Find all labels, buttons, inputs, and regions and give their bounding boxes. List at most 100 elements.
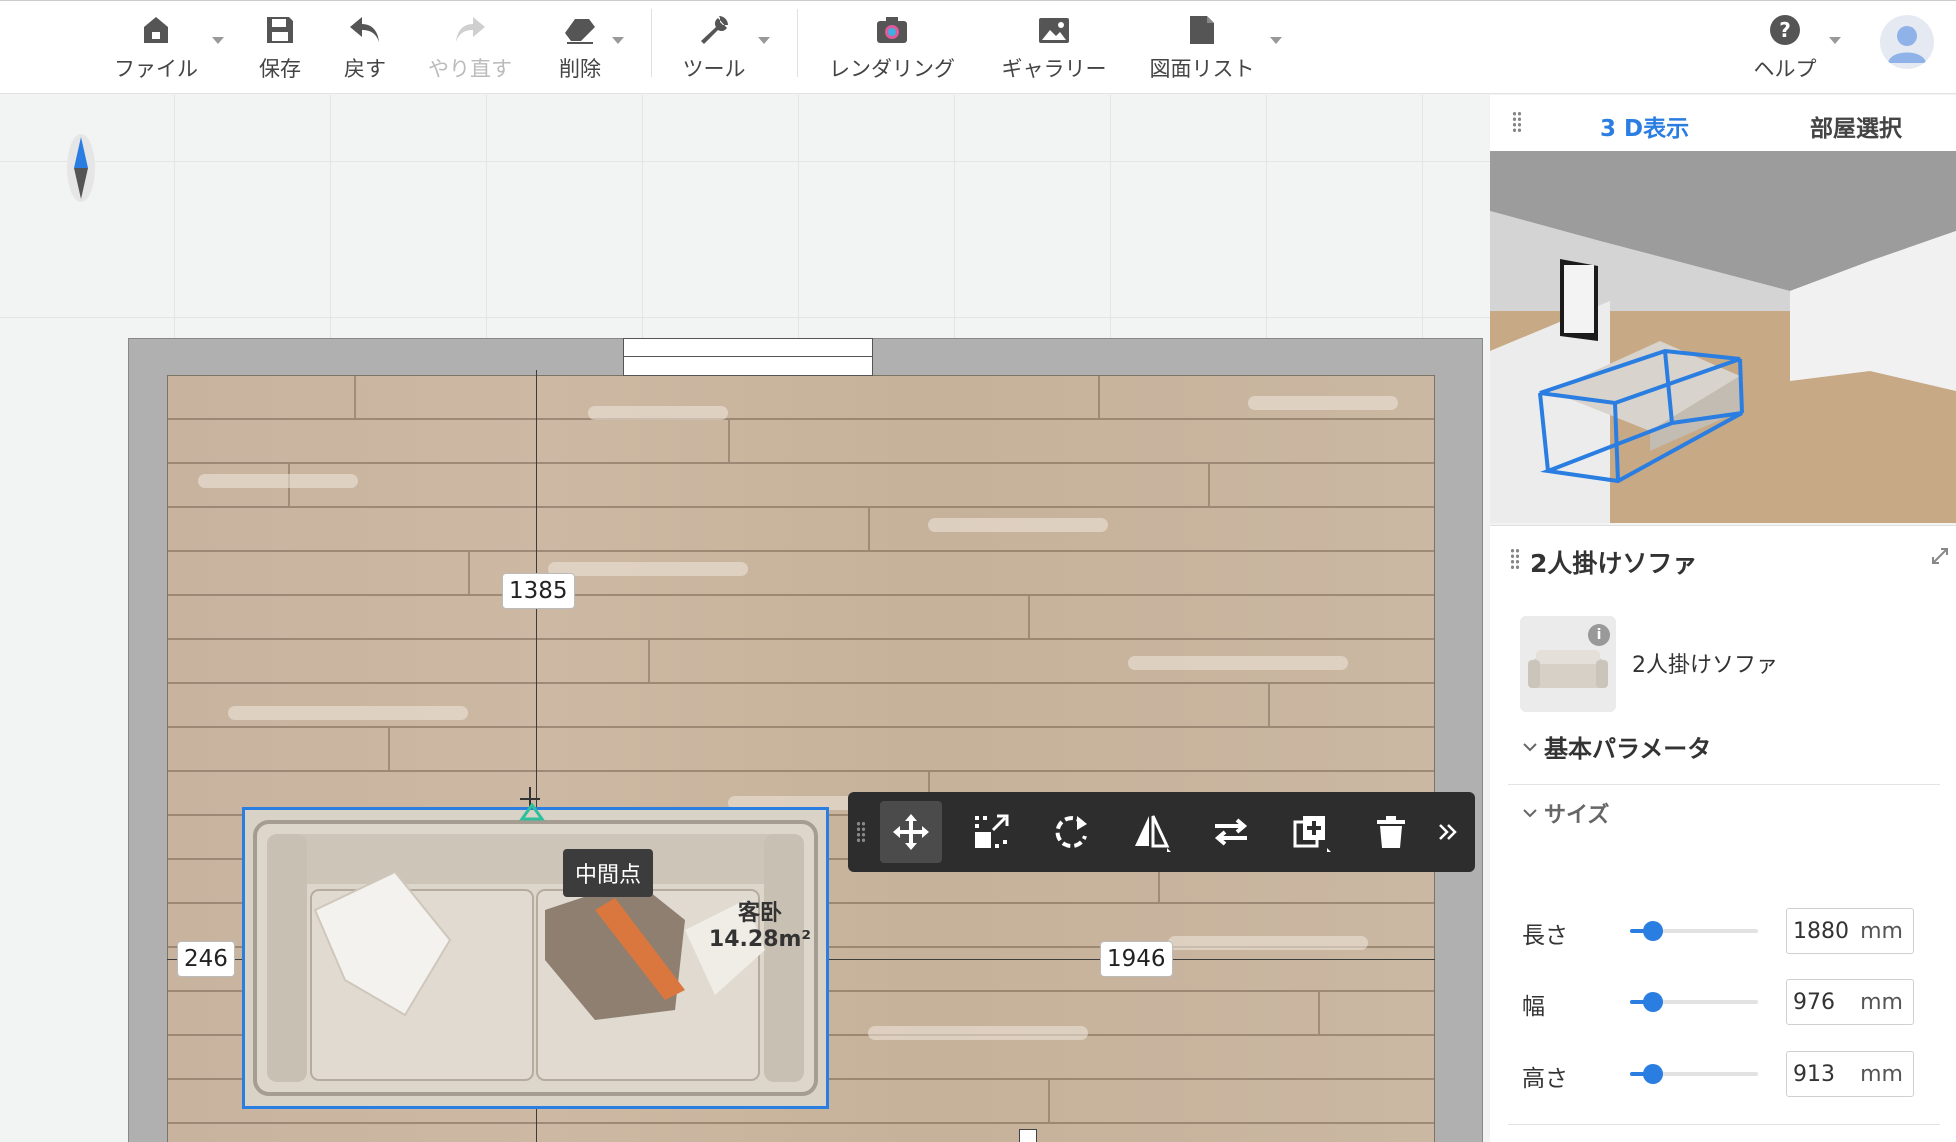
basic-params-section-header[interactable]: 基本パラメータ [1522, 729, 1711, 764]
drawing-list-button[interactable]: 図面リスト [1142, 1, 1262, 95]
tools-dropdown-icon[interactable] [758, 37, 770, 44]
top-toolbar: ファイル 保存 戻す やり直す 削除 ツール レンダリング ギャラリー 図面リス… [0, 0, 1956, 94]
help-dropdown-icon[interactable] [1829, 37, 1841, 44]
rotate-button[interactable] [1040, 801, 1102, 863]
eraser-icon [563, 13, 597, 47]
save-icon [263, 13, 297, 47]
chevron-down-icon [1523, 742, 1537, 751]
floorplan-canvas[interactable]: 1385 246 1946 中間点 客卧 14.28m² [0, 95, 1490, 1142]
drag-handle-icon[interactable] [1510, 548, 1520, 570]
tab-3d-view[interactable]: 3 D表示 [1600, 109, 1689, 143]
length-label: 長さ [1522, 923, 1568, 949]
help-label: ヘルプ [1753, 57, 1817, 81]
dimension-label-right[interactable]: 1946 [1100, 941, 1173, 977]
image-icon [1037, 13, 1071, 47]
double-chevron-right-icon [1439, 824, 1457, 840]
height-param-row: 高さ 913 mm [1522, 1051, 1942, 1097]
length-param-row: 長さ 1880 mm [1522, 908, 1942, 954]
move-button[interactable] [880, 801, 942, 863]
height-unit: mm [1860, 1061, 1903, 1087]
midpoint-tooltip: 中間点 [563, 849, 654, 897]
toolbar-divider [797, 9, 798, 77]
tools-menu-button[interactable]: ツール [674, 1, 754, 95]
rendering-label: レンダリング [829, 57, 955, 81]
redo-label: やり直す [428, 57, 512, 81]
width-param-row: 幅 976 mm [1522, 979, 1942, 1025]
mirror-button[interactable] [1120, 801, 1182, 863]
undo-icon [348, 13, 382, 47]
drag-handle-icon[interactable] [1512, 111, 1522, 133]
delete-object-button[interactable] [1360, 801, 1422, 863]
rendering-button[interactable]: レンダリング [822, 1, 962, 95]
file-label: ファイル [114, 57, 198, 81]
redo-icon [453, 13, 487, 47]
file-menu-button[interactable]: ファイル [106, 1, 206, 95]
tools-label: ツール [682, 57, 746, 81]
delete-button[interactable]: 削除 [545, 1, 615, 95]
help-icon: ? [1768, 13, 1802, 47]
toolbar-divider [651, 9, 652, 77]
duplicate-button[interactable] [1280, 801, 1342, 863]
dimension-label-left[interactable]: 246 [177, 941, 235, 977]
height-label: 高さ [1522, 1066, 1568, 1092]
compass-icon[interactable] [66, 133, 96, 203]
tab-room-select[interactable]: 部屋選択 [1810, 109, 1902, 143]
mirror-icon [1135, 815, 1171, 852]
width-input[interactable]: 976 mm [1786, 979, 1914, 1025]
length-slider-knob[interactable] [1643, 921, 1664, 941]
length-unit: mm [1860, 918, 1903, 944]
length-input[interactable]: 1880 mm [1786, 908, 1914, 954]
user-icon [1888, 26, 1926, 63]
expand-toolbar-button[interactable] [1428, 801, 1468, 863]
swap-button[interactable] [1200, 801, 1262, 863]
midpoint-marker-icon[interactable] [518, 785, 550, 821]
section-divider [1508, 784, 1940, 785]
width-value: 976 [1793, 989, 1835, 1015]
drawing-list-dropdown-icon[interactable] [1270, 37, 1282, 44]
delete-dropdown-icon[interactable] [612, 37, 624, 44]
swap-icon [1214, 818, 1248, 846]
scale-icon [975, 814, 1009, 848]
object-edit-toolbar [848, 792, 1475, 872]
room-label[interactable]: 客卧 14.28m² [700, 901, 820, 953]
redo-button[interactable]: やり直す [420, 1, 520, 95]
object-name: 2人掛けソファ [1632, 653, 1778, 678]
save-button[interactable]: 保存 [245, 1, 315, 95]
width-unit: mm [1860, 989, 1903, 1015]
undo-label: 戻す [344, 57, 386, 81]
object-thumbnail[interactable]: i [1520, 616, 1616, 712]
scale-button[interactable] [960, 801, 1022, 863]
3d-preview[interactable] [1490, 151, 1956, 523]
room-area: 14.28m² [708, 927, 812, 952]
drag-handle-icon[interactable] [856, 821, 866, 843]
height-slider-knob[interactable] [1643, 1064, 1664, 1084]
object-title: 2人掛けソファ [1530, 549, 1698, 578]
expand-panel-icon[interactable] [1930, 546, 1950, 566]
drawing-list-label: 図面リスト [1149, 57, 1255, 81]
gallery-button[interactable]: ギャラリー [992, 1, 1116, 95]
width-slider-knob[interactable] [1643, 992, 1664, 1012]
sofa-object[interactable] [242, 807, 829, 1109]
dimension-label-top[interactable]: 1385 [502, 573, 575, 609]
duplicate-icon [1293, 816, 1331, 852]
grid-line [0, 317, 1490, 318]
gallery-label: ギャラリー [1001, 57, 1107, 81]
height-input[interactable]: 913 mm [1786, 1051, 1914, 1097]
length-value: 1880 [1793, 918, 1849, 944]
info-icon[interactable]: i [1588, 624, 1610, 646]
room-name: 客卧 [737, 901, 782, 926]
move-icon [893, 814, 929, 850]
rotate-icon [1055, 816, 1087, 849]
undo-button[interactable]: 戻す [330, 1, 400, 95]
user-avatar[interactable] [1880, 15, 1934, 69]
file-dropdown-icon[interactable] [212, 37, 224, 44]
size-section-header[interactable]: サイズ [1522, 797, 1609, 829]
help-button[interactable]: ? ヘルプ [1745, 1, 1825, 95]
trash-icon [1377, 816, 1405, 848]
properties-panel: 2人掛けソファ i 2人掛けソファ 基本パラメータ サイズ [1490, 525, 1956, 1142]
window[interactable] [623, 338, 873, 376]
wrench-icon [697, 13, 731, 47]
home-icon [139, 13, 173, 47]
size-label: サイズ [1544, 803, 1610, 828]
resize-handle[interactable] [1019, 1129, 1037, 1142]
